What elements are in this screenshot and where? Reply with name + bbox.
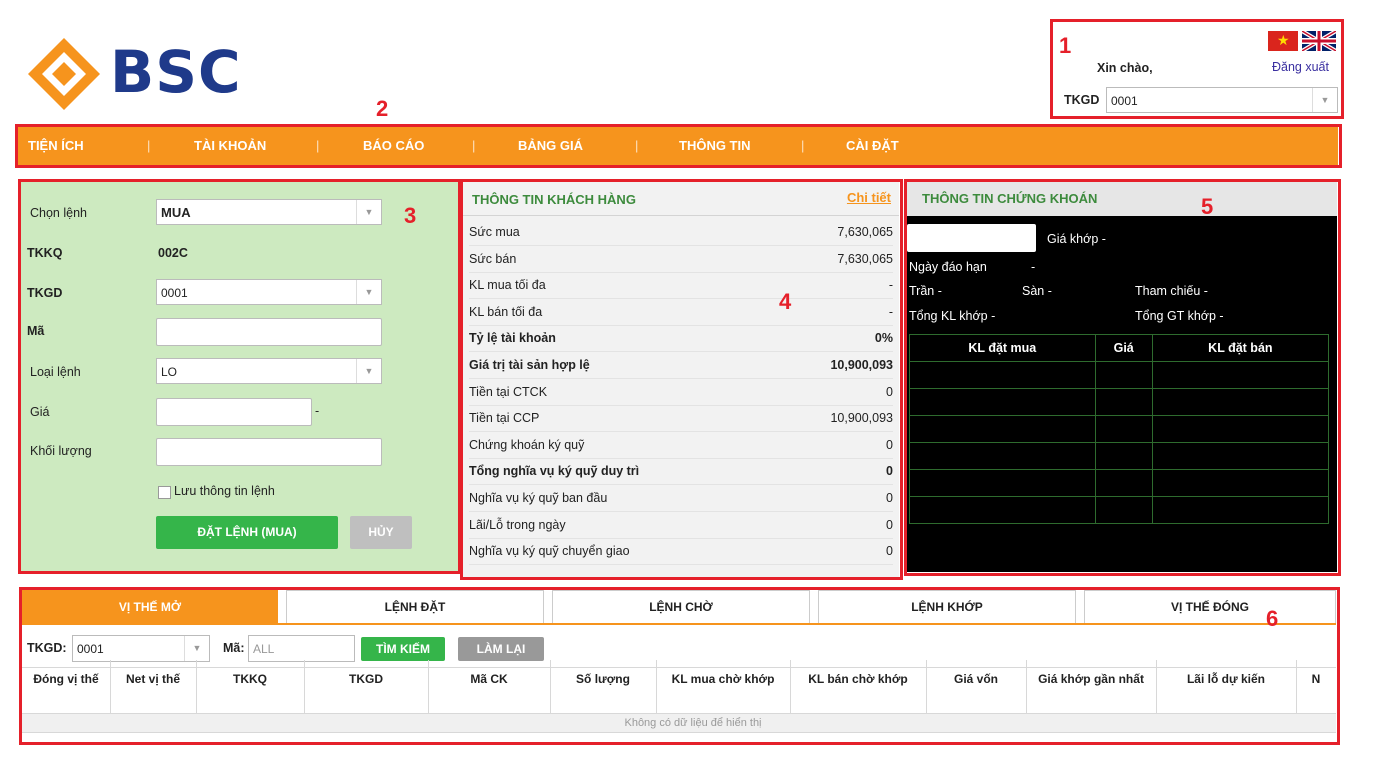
bsc-logo-icon — [28, 38, 100, 110]
annotation-box-6 — [19, 587, 1340, 745]
callout-1: 1 — [1059, 33, 1072, 58]
annotation-box-5 — [904, 179, 1341, 576]
annotation-box-3 — [18, 179, 461, 574]
callout-2: 2 — [376, 96, 389, 121]
brand-name: BSC — [110, 38, 242, 106]
callout-3: 3 — [404, 203, 417, 228]
annotation-box-1 — [1050, 19, 1344, 119]
annotation-box-4 — [460, 179, 903, 580]
callout-4: 4 — [779, 289, 792, 314]
brand-logo: BSC — [24, 34, 304, 114]
callout-6: 6 — [1266, 606, 1279, 631]
callout-5: 5 — [1201, 194, 1214, 219]
annotation-box-2 — [15, 124, 1342, 168]
